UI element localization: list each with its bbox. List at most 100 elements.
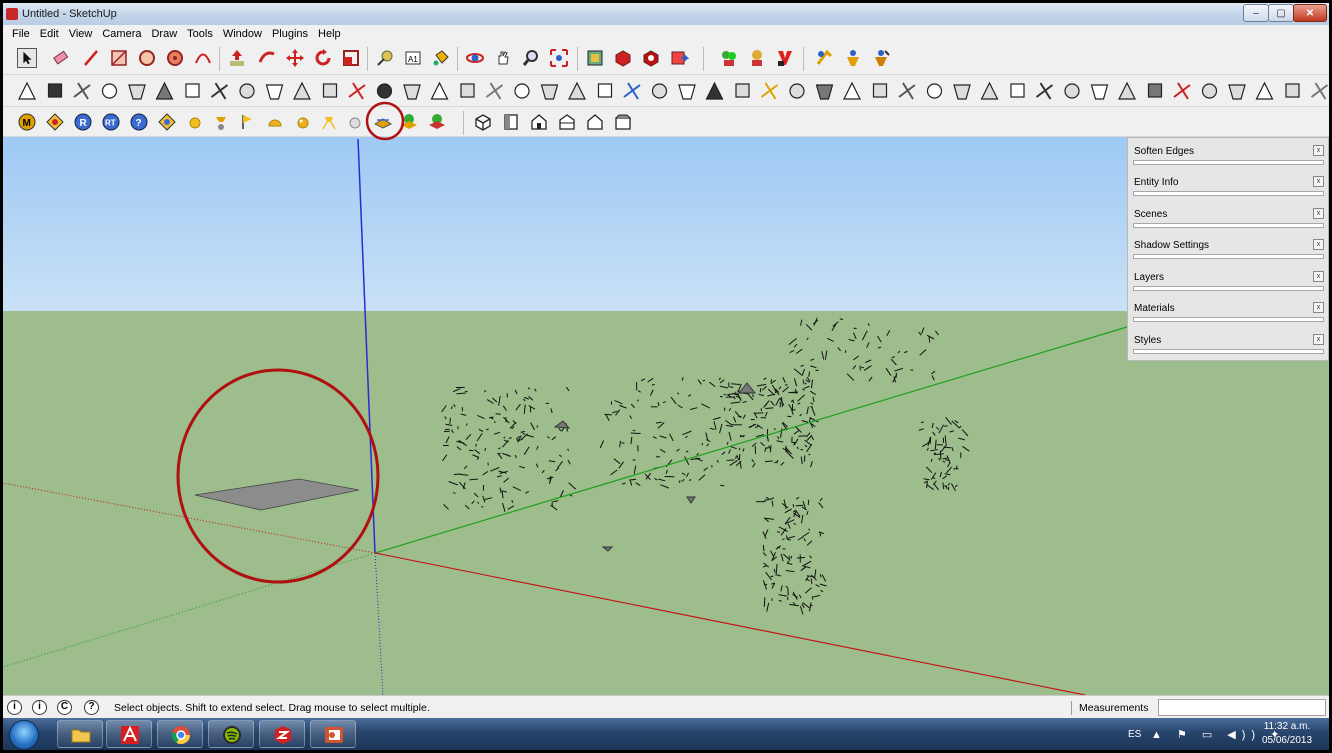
menu-file[interactable]: File xyxy=(7,28,35,40)
clock-time[interactable]: 11:32 a.m. xyxy=(1257,721,1317,732)
panel-entity-info[interactable]: Entity Info x xyxy=(1131,173,1326,200)
figure-plugin-icon[interactable] xyxy=(843,48,863,68)
share-model-icon[interactable] xyxy=(641,48,661,68)
measurements-input[interactable] xyxy=(1158,699,1326,716)
extension-tool-icon[interactable] xyxy=(540,84,559,100)
panel-styles[interactable]: Styles x xyxy=(1131,331,1326,358)
get-models-icon[interactable] xyxy=(613,48,633,68)
extension-tool-icon[interactable] xyxy=(597,83,613,98)
extension-tool-icon[interactable] xyxy=(239,83,255,99)
dimension-tool-icon[interactable]: A1 xyxy=(403,48,423,68)
help-plugin-icon[interactable]: ? xyxy=(129,112,149,132)
select-tool-icon[interactable] xyxy=(17,48,37,68)
scale-tool-icon[interactable] xyxy=(341,48,361,68)
extension-tool-icon[interactable] xyxy=(1147,83,1163,98)
zoom-tool-icon[interactable] xyxy=(521,48,541,68)
extension-tool-icon[interactable] xyxy=(651,83,668,99)
figure-alt-plugin-icon[interactable] xyxy=(871,48,891,68)
plant-plugin-icon[interactable] xyxy=(719,48,739,68)
omni-light-icon[interactable] xyxy=(293,112,313,132)
rectangle-tool-icon[interactable] xyxy=(109,48,129,68)
left-view-icon[interactable] xyxy=(613,112,633,132)
taskbar-explorer[interactable] xyxy=(57,720,103,748)
extension-tool-icon[interactable] xyxy=(980,81,999,100)
extension-tool-icon[interactable] xyxy=(705,81,724,100)
rt-plugin-icon[interactable]: RT xyxy=(101,112,121,132)
r-plugin-icon[interactable]: R xyxy=(73,112,93,132)
credits-icon[interactable]: i xyxy=(32,700,47,715)
extension-tool-icon[interactable] xyxy=(101,83,118,99)
extension-tool-icon[interactable] xyxy=(155,81,174,100)
flag-plugin-icon[interactable] xyxy=(237,112,257,132)
taskbar-chrome[interactable] xyxy=(157,720,203,748)
section-plane-icon[interactable] xyxy=(585,48,605,68)
panel-materials[interactable]: Materials x xyxy=(1131,299,1326,326)
panel-expander[interactable] xyxy=(1133,317,1324,322)
panel-scenes[interactable]: Scenes x xyxy=(1131,205,1326,232)
eraser-tool-icon[interactable] xyxy=(51,48,71,68)
menu-window[interactable]: Window xyxy=(218,28,267,40)
polygon-tool-icon[interactable] xyxy=(165,48,185,68)
extension-tool-icon[interactable] xyxy=(872,83,888,98)
extension-tool-icon[interactable] xyxy=(623,82,641,100)
taskbar-autocad[interactable] xyxy=(106,720,152,748)
taskbar-powerpoint[interactable] xyxy=(310,720,356,748)
extension-tool-icon[interactable] xyxy=(843,81,861,100)
maximize-button[interactable]: ▢ xyxy=(1268,4,1294,22)
menu-tools[interactable]: Tools xyxy=(182,28,218,40)
spot-light-icon[interactable] xyxy=(211,112,231,132)
rotate-tool-icon[interactable] xyxy=(313,48,333,68)
extension-tool-icon[interactable] xyxy=(210,82,229,100)
start-button[interactable] xyxy=(9,720,39,750)
vray-plugin-icon[interactable] xyxy=(775,48,795,68)
panel-expander[interactable] xyxy=(1133,286,1324,291)
extension-tool-icon[interactable] xyxy=(185,83,200,98)
top-view-icon[interactable] xyxy=(501,112,521,132)
proxy-export-icon[interactable] xyxy=(427,112,447,132)
extension-tool-icon[interactable] xyxy=(953,84,971,100)
extension-tool-icon[interactable] xyxy=(1310,82,1329,100)
move-tool-icon[interactable] xyxy=(285,48,305,68)
taskbar-sketchup[interactable] xyxy=(259,720,305,748)
extension-tool-icon[interactable] xyxy=(1010,83,1025,98)
extension-tool-icon[interactable] xyxy=(322,83,338,98)
menu-view[interactable]: View xyxy=(64,28,98,40)
extension-tool-icon[interactable] xyxy=(898,82,916,100)
circle-tool-icon[interactable] xyxy=(137,48,157,68)
orbit-tool-icon[interactable] xyxy=(465,48,485,68)
zoom-extents-tool-icon[interactable] xyxy=(549,48,569,68)
panel-layers[interactable]: Layers x xyxy=(1131,268,1326,295)
close-icon[interactable]: x xyxy=(1313,334,1324,345)
right-view-icon[interactable] xyxy=(557,112,577,132)
panel-expander[interactable] xyxy=(1133,349,1324,354)
close-icon[interactable]: x xyxy=(1313,145,1324,156)
extension-tool-icon[interactable] xyxy=(735,83,750,98)
extension-tool-icon[interactable] xyxy=(1090,84,1109,100)
sphere-light-icon[interactable] xyxy=(185,112,205,132)
extension-tool-icon[interactable] xyxy=(18,81,36,100)
extension-tool-icon[interactable] xyxy=(568,81,586,100)
extension-tool-icon[interactable] xyxy=(348,82,366,100)
sketchup-app-icon[interactable] xyxy=(6,8,18,20)
menu-plugins[interactable]: Plugins xyxy=(267,28,313,40)
extension-tool-icon[interactable] xyxy=(1118,81,1136,100)
close-icon[interactable]: x xyxy=(1313,176,1324,187)
help-icon[interactable]: ? xyxy=(84,700,99,715)
extension-tool-icon[interactable] xyxy=(403,84,421,100)
extension-tool-icon[interactable] xyxy=(789,83,805,99)
panel-expander[interactable] xyxy=(1133,191,1324,196)
extension-tool-icon[interactable] xyxy=(678,84,696,100)
extension-tool-icon[interactable] xyxy=(926,83,943,99)
panel-expander[interactable] xyxy=(1133,160,1324,165)
extension-tool-icon[interactable] xyxy=(460,83,475,98)
menu-draw[interactable]: Draw xyxy=(146,28,182,40)
share-component-icon[interactable] xyxy=(669,48,689,68)
ies-light-icon[interactable] xyxy=(319,112,339,132)
close-icon[interactable]: x xyxy=(1313,239,1324,250)
sandbox-plugin-icon[interactable] xyxy=(815,48,835,68)
extension-tool-icon[interactable] xyxy=(376,83,393,99)
panel-expander[interactable] xyxy=(1133,223,1324,228)
taskbar-spotify[interactable] xyxy=(208,720,254,748)
extension-tool-icon[interactable] xyxy=(815,84,834,100)
panel-expander[interactable] xyxy=(1133,254,1324,259)
